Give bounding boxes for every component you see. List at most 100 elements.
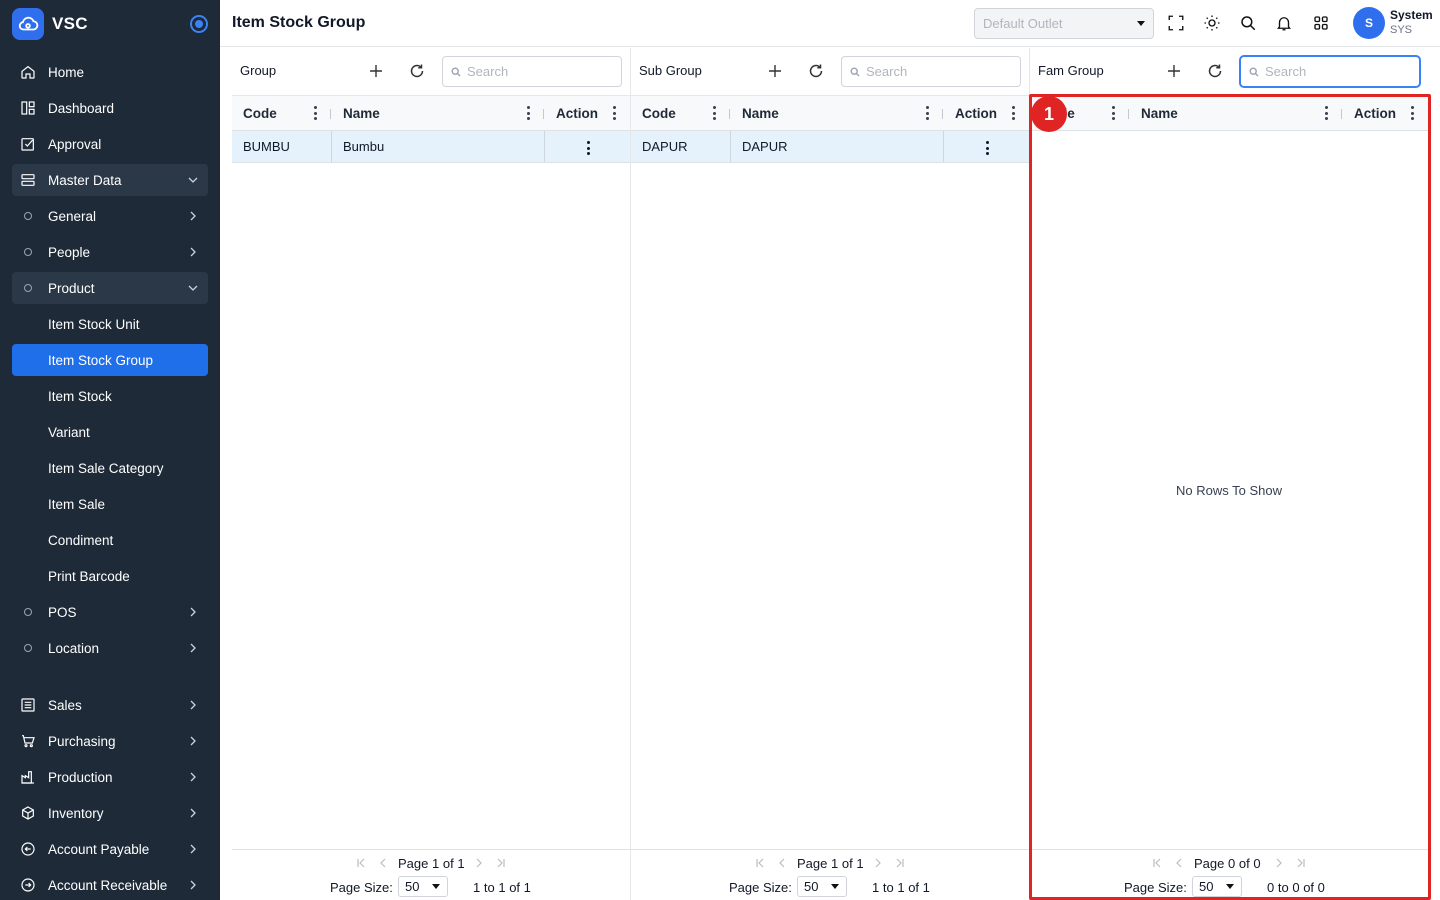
sidebar-item-production[interactable]: Production <box>12 761 208 793</box>
cell-code[interactable]: BUMBU <box>232 131 332 162</box>
page-size-select[interactable]: 50 <box>797 876 847 897</box>
column-menu-icon[interactable] <box>1410 106 1414 120</box>
column-menu-icon[interactable] <box>1011 106 1015 120</box>
fam-group-search[interactable] <box>1240 56 1420 87</box>
first-page-icon[interactable] <box>755 858 765 868</box>
first-page-icon[interactable] <box>356 858 366 868</box>
refresh-icon[interactable] <box>1206 62 1224 80</box>
outlet-select[interactable]: Default Outlet <box>974 8 1154 39</box>
grid-header: Code Name Action <box>232 95 630 131</box>
column-header-code[interactable]: Code <box>631 96 730 131</box>
column-menu-icon[interactable] <box>1324 106 1328 120</box>
panel-toolbar: Group <box>232 48 630 95</box>
sidebar-item-purchasing[interactable]: Purchasing <box>12 725 208 757</box>
sidebar-item-print-barcode[interactable]: Print Barcode <box>12 560 208 592</box>
add-icon[interactable] <box>1165 62 1183 80</box>
cell-action <box>545 131 630 162</box>
user-name: System <box>1390 8 1433 22</box>
sidebar-item-item-sale[interactable]: Item Sale <box>12 488 208 520</box>
chevron-right-icon <box>188 736 198 746</box>
refresh-icon[interactable] <box>408 62 426 80</box>
column-menu-icon[interactable] <box>925 106 929 120</box>
next-page-icon[interactable] <box>873 858 883 868</box>
chevron-right-icon <box>188 643 198 653</box>
outlet-select-placeholder: Default Outlet <box>983 16 1063 31</box>
sidebar-item-pos[interactable]: POS <box>12 596 208 628</box>
fullscreen-icon[interactable] <box>1166 13 1186 33</box>
column-header-action[interactable]: Action <box>1343 96 1428 131</box>
column-header-action[interactable]: Action <box>944 96 1029 131</box>
sidebar-item-account-receivable[interactable]: Account Receivable <box>12 869 208 900</box>
sidebar-item-label: Item Sale <box>48 496 106 512</box>
sidebar-item-variant[interactable]: Variant <box>12 416 208 448</box>
prev-page-icon[interactable] <box>777 858 787 868</box>
sidebar-item-label: Product <box>48 280 95 296</box>
sidebar-item-approval[interactable]: Approval <box>12 128 208 160</box>
sidebar-item-location[interactable]: Location <box>12 632 208 664</box>
sun-icon[interactable] <box>1202 13 1222 33</box>
panel-title: Sub Group <box>639 63 702 78</box>
sub-group-search[interactable] <box>841 56 1021 87</box>
sidebar-item-dashboard[interactable]: Dashboard <box>12 92 208 124</box>
sidebar-item-condiment[interactable]: Condiment <box>12 524 208 556</box>
search-input[interactable] <box>866 64 1006 79</box>
sidebar-item-item-sale-category[interactable]: Item Sale Category <box>12 452 208 484</box>
sidebar-item-label: Condiment <box>48 532 114 548</box>
sidebar-item-master-data[interactable]: Master Data <box>12 164 208 196</box>
cell-code[interactable]: DAPUR <box>631 131 731 162</box>
row-actions-icon[interactable] <box>586 141 590 155</box>
column-header-code[interactable]: Code <box>232 96 331 131</box>
column-menu-icon[interactable] <box>526 106 530 120</box>
column-header-name[interactable]: Name <box>1130 96 1342 131</box>
page-indicator: Page 0 of 0 <box>1194 856 1261 871</box>
last-page-icon[interactable] <box>895 858 905 868</box>
sidebar-item-item-stock[interactable]: Item Stock <box>12 380 208 412</box>
refresh-icon[interactable] <box>807 62 825 80</box>
sidebar-item-general[interactable]: General <box>12 200 208 232</box>
column-menu-icon[interactable] <box>612 106 616 120</box>
first-page-icon[interactable] <box>1152 858 1162 868</box>
sidebar-item-sales[interactable]: Sales <box>12 689 208 721</box>
cell-name[interactable]: DAPUR <box>731 131 944 162</box>
last-page-icon[interactable] <box>496 858 506 868</box>
column-header-action[interactable]: Action <box>545 96 630 131</box>
page-size-select[interactable]: 50 <box>1192 876 1242 897</box>
sidebar-item-label: People <box>48 244 91 260</box>
add-icon[interactable] <box>367 62 385 80</box>
sidebar-toggle-icon[interactable] <box>190 15 208 33</box>
column-menu-icon[interactable] <box>712 106 716 120</box>
prev-page-icon[interactable] <box>1174 858 1184 868</box>
next-page-icon[interactable] <box>474 858 484 868</box>
sidebar-item-label: Location <box>48 640 100 656</box>
search-input[interactable] <box>467 64 607 79</box>
search-icon <box>451 66 461 76</box>
sidebar-item-item-stock-unit[interactable]: Item Stock Unit <box>12 308 208 340</box>
search-icon[interactable] <box>1238 13 1258 33</box>
sidebar-item-home[interactable]: Home <box>12 56 208 88</box>
user-menu[interactable]: S System SYS <box>1353 7 1433 39</box>
sidebar-item-product[interactable]: Product <box>12 272 208 304</box>
sidebar-item-item-stock-group[interactable]: Item Stock Group <box>12 344 208 376</box>
row-actions-icon[interactable] <box>985 141 989 155</box>
bell-icon[interactable] <box>1274 13 1294 33</box>
chevron-right-icon <box>188 607 198 617</box>
last-page-icon[interactable] <box>1296 858 1306 868</box>
group-search[interactable] <box>442 56 622 87</box>
prev-page-icon[interactable] <box>378 858 388 868</box>
column-menu-icon[interactable] <box>313 106 317 120</box>
column-menu-icon[interactable] <box>1111 106 1115 120</box>
table-row[interactable]: DAPUR DAPUR <box>631 131 1029 163</box>
next-page-icon[interactable] <box>1274 858 1284 868</box>
column-header-name[interactable]: Name <box>731 96 943 131</box>
sidebar-item-inventory[interactable]: Inventory <box>12 797 208 829</box>
sidebar-item-people[interactable]: People <box>12 236 208 268</box>
page-size-select[interactable]: 50 <box>398 876 448 897</box>
search-input[interactable] <box>1265 64 1405 79</box>
add-icon[interactable] <box>766 62 784 80</box>
column-header-name[interactable]: Name <box>332 96 544 131</box>
sidebar-item-account-payable[interactable]: Account Payable <box>12 833 208 865</box>
table-row[interactable]: BUMBU Bumbu <box>232 131 630 163</box>
apps-grid-icon[interactable] <box>1311 13 1331 33</box>
cart-icon <box>20 733 36 749</box>
cell-name[interactable]: Bumbu <box>332 131 545 162</box>
